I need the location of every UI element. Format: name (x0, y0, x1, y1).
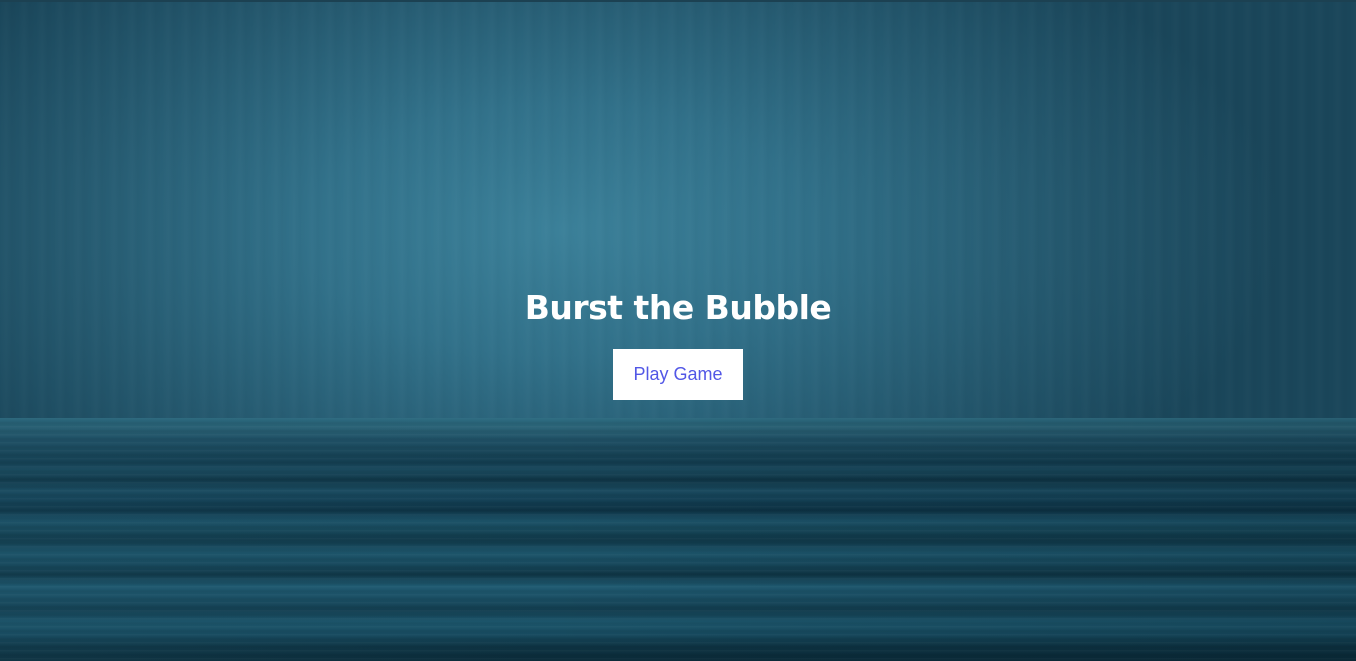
game-start-screen: Burst the Bubble Play Game (0, 0, 1356, 661)
play-game-button[interactable]: Play Game (613, 349, 743, 400)
top-edge-line (0, 0, 1356, 2)
start-panel: Burst the Bubble Play Game (0, 282, 1356, 400)
background-sea-streaks (0, 418, 1356, 661)
game-title: Burst the Bubble (524, 288, 832, 327)
